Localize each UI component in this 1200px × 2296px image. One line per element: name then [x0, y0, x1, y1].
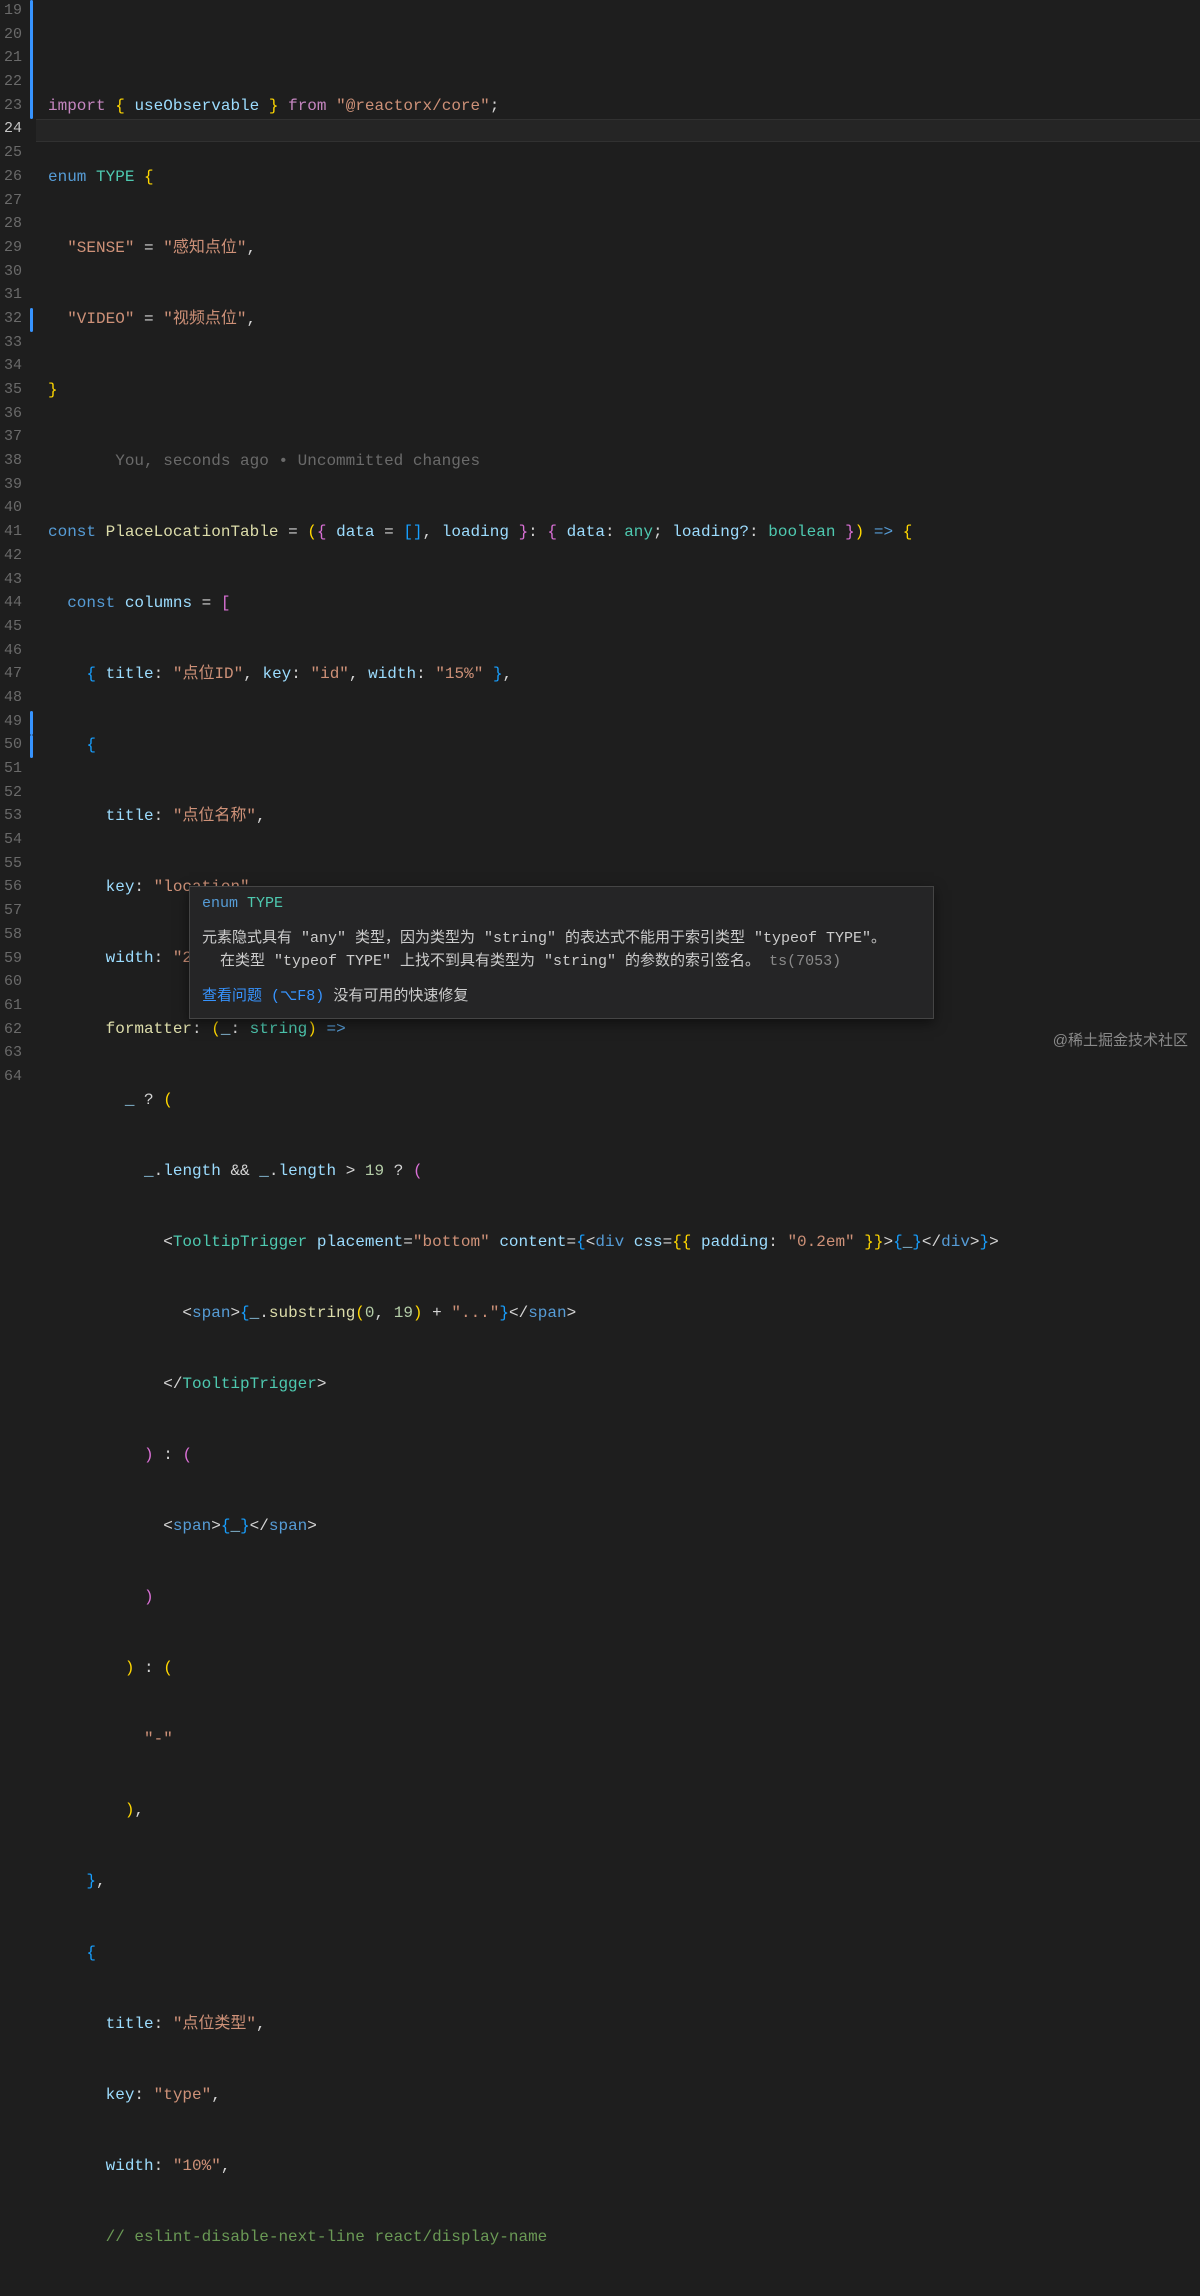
code-line[interactable]: { title: "点位ID", key: "id", width: "15%"… [48, 663, 1200, 687]
git-modified-indicator [30, 0, 33, 119]
code-line[interactable]: { [48, 734, 1200, 758]
line-number-gutter: 1920212223242526272829303132333435363738… [0, 0, 28, 1148]
active-line-highlight [36, 119, 1200, 143]
code-line[interactable]: <span>{_.substring(0, 19) + "..."}</span… [48, 1302, 1200, 1326]
gitlens-annotation: You, seconds ago • Uncommitted changes [48, 450, 1200, 474]
git-modified-indicator [30, 308, 33, 332]
code-line[interactable]: <span>{_}</span> [48, 1515, 1200, 1539]
code-line[interactable]: _ ? ( [48, 1089, 1200, 1113]
code-line[interactable]: ), [48, 1799, 1200, 1823]
code-line[interactable]: }, [48, 1870, 1200, 1894]
code-line[interactable]: const columns = [ [48, 592, 1200, 616]
code-line[interactable]: _.length && _.length > 19 ? ( [48, 1160, 1200, 1184]
code-line[interactable]: </TooltipTrigger> [48, 1373, 1200, 1397]
keyword: import [48, 97, 106, 115]
git-indicator-bar [28, 0, 36, 1148]
code-line[interactable]: title: "点位名称", [48, 805, 1200, 829]
code-line[interactable]: ) [48, 1586, 1200, 1610]
hover-message: 元素隐式具有 "any" 类型，因为类型为 "string" 的表达式不能用于索… [190, 919, 933, 980]
watermark: @稀土掘金技术社区 [1053, 1030, 1188, 1052]
code-line[interactable]: <TooltipTrigger placement="bottom" conte… [48, 1231, 1200, 1255]
code-line[interactable]: const PlaceLocationTable = ({ data = [],… [48, 521, 1200, 545]
code-line[interactable]: "VIDEO" = "视频点位", [48, 308, 1200, 332]
code-line[interactable]: "SENSE" = "感知点位", [48, 237, 1200, 261]
code-line[interactable]: ) : ( [48, 1444, 1200, 1468]
code-line[interactable]: } [48, 379, 1200, 403]
view-problem-link[interactable]: 查看问题 (⌥F8) [202, 988, 324, 1005]
code-line[interactable]: ) : ( [48, 1657, 1200, 1681]
code-line[interactable]: enum TYPE { [48, 166, 1200, 190]
code-line[interactable]: "-" [48, 1728, 1200, 1752]
code-line[interactable]: import { useObservable } from "@reactorx… [48, 95, 1200, 119]
code-line[interactable]: // eslint-disable-next-line react/displa… [48, 2226, 1200, 2250]
git-modified-indicator [30, 711, 33, 735]
git-modified-indicator [30, 735, 33, 759]
no-quickfix-label: 没有可用的快速修复 [333, 988, 468, 1005]
code-line[interactable]: title: "点位类型", [48, 2013, 1200, 2037]
hover-header: enum TYPE [190, 887, 933, 919]
code-line[interactable]: key: "type", [48, 2084, 1200, 2108]
hover-footer: 查看问题 (⌥F8) 没有可用的快速修复 [190, 980, 933, 1018]
code-line[interactable]: { [48, 1942, 1200, 1966]
code-line[interactable]: formatter: (_: string) => [48, 1018, 1200, 1042]
code-line[interactable]: width: "10%", [48, 2155, 1200, 2179]
hover-diagnostic-popup: enum TYPE 元素隐式具有 "any" 类型，因为类型为 "string"… [189, 886, 934, 1019]
